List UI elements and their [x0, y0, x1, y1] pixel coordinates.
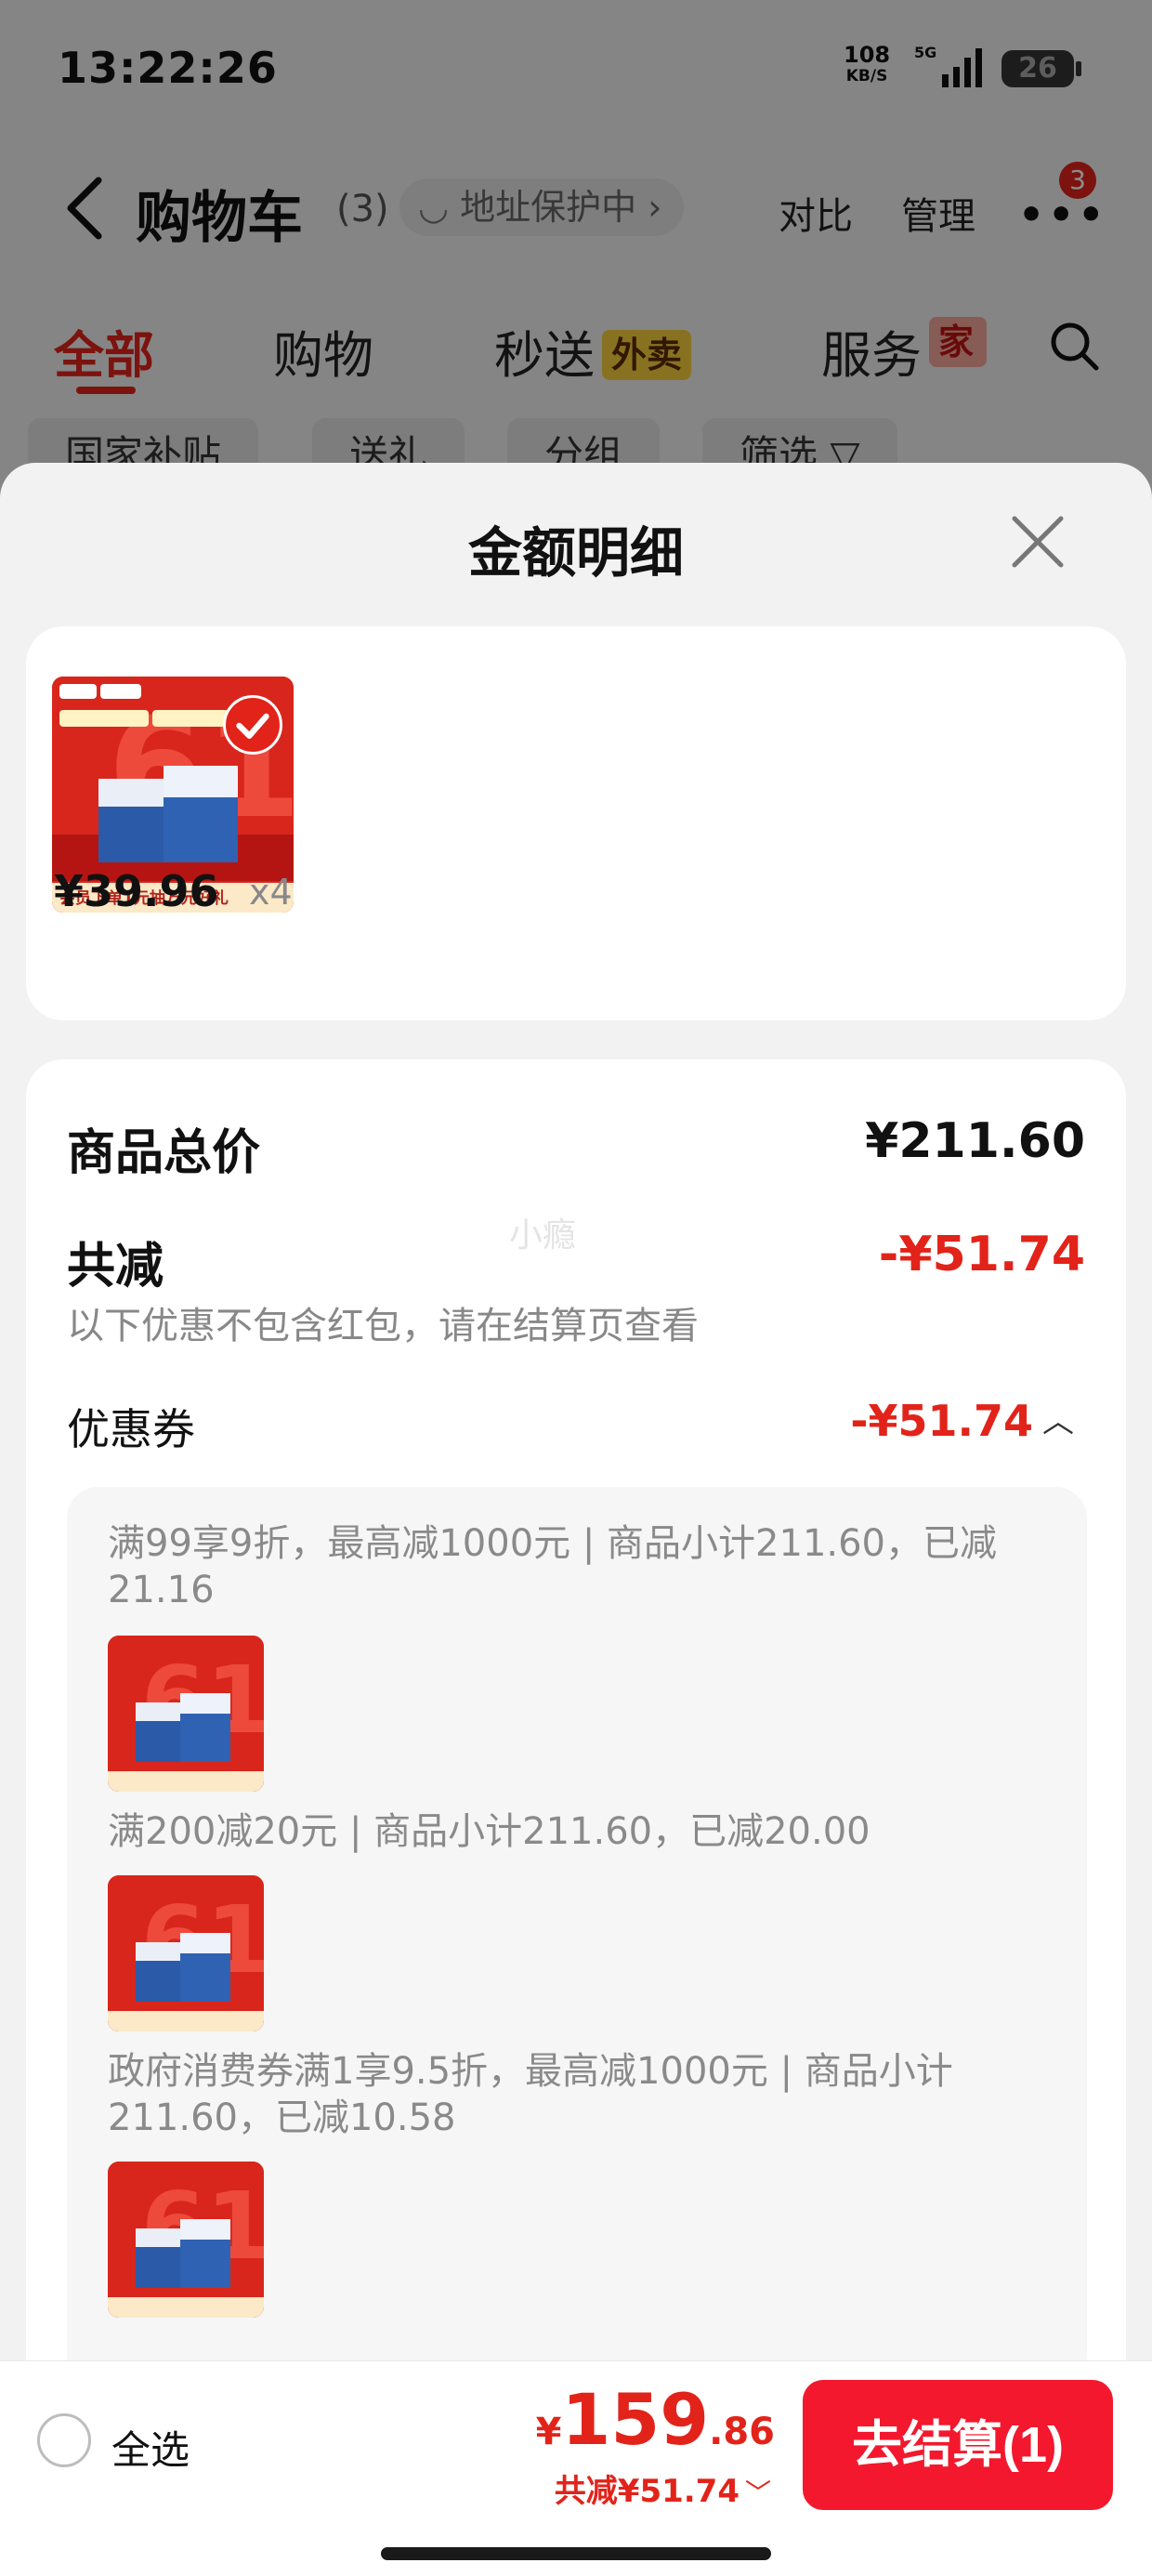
coupon-toggle[interactable]: -¥51.74 ︿	[850, 1396, 1074, 1446]
coupon-product-thumbnail: 618	[108, 2162, 264, 2318]
total-decimal: .86	[709, 2411, 775, 2453]
total-reduction-label: 共减	[67, 1239, 164, 1295]
checkout-button[interactable]: 去结算(1)	[803, 2380, 1113, 2510]
screen: 13:22:26 108 KB/S 5G 26 购物车 (3) ◡ 地址保护中 ›	[0, 0, 1152, 2576]
coupon-product-thumbnail: 618	[108, 1875, 264, 2031]
coupon-item-text: 满99享9折，最高减1000元 | 商品小计211.60，已减21.16	[108, 1522, 998, 1611]
currency-symbol: ¥	[535, 2411, 562, 2453]
select-all-label[interactable]: 全选	[111, 2419, 190, 2476]
price-breakdown-card: 商品总价 ¥211.60 共减 -¥51.74 小瘾 以下优惠不包含红包，请在结…	[26, 1059, 1126, 2576]
coupon-item-text: 满200减20元 | 商品小计211.60，已减20.00	[108, 1810, 871, 1853]
sheet-title: 金额明细	[467, 521, 684, 585]
coupon-product-thumbnail: 618	[108, 1636, 264, 1792]
selected-check-icon	[223, 695, 282, 755]
discount-summary-toggle[interactable]: 共减¥51.74 ﹀	[555, 2465, 771, 2511]
milk-product-image: 618	[108, 2162, 264, 2318]
discount-summary: 共减¥51.74	[554, 2473, 740, 2510]
coupon-label: 优惠券	[67, 1404, 195, 1454]
milk-product-image: 618	[108, 1636, 264, 1792]
home-indicator[interactable]	[381, 2547, 771, 2560]
total-integer: 159	[561, 2378, 710, 2461]
amount-detail-sheet: 金额明细 618 会员下单	[0, 463, 1152, 2576]
chevron-down-icon: ﹀	[744, 2477, 771, 2508]
chevron-up-icon: ︿	[1042, 1403, 1074, 1440]
product-unit-price: ¥39.96	[54, 866, 219, 916]
subtotal-value: ¥211.60	[865, 1113, 1085, 1169]
coupon-value: -¥51.74	[850, 1396, 1033, 1446]
watermark: 小瘾	[509, 1216, 577, 1255]
milk-product-image: 618	[108, 1875, 264, 2031]
subtotal-label: 商品总价	[67, 1125, 261, 1181]
coupon-item-text: 政府消费券满1享9.5折，最高减1000元 | 商品小计211.60，已减10.…	[108, 2050, 953, 2139]
product-card: 618 会员下单1元抽万元好礼 ¥39.96 x4	[26, 626, 1126, 1020]
checkout-bar: 全选 ¥159.86 共减¥51.74 ﹀ 去结算(1)	[0, 2360, 1152, 2576]
product-quantity: x4	[249, 872, 293, 913]
payable-total: ¥159.86	[536, 2378, 775, 2461]
select-all-checkbox[interactable]	[37, 2413, 91, 2467]
close-icon[interactable]	[1011, 515, 1065, 569]
reduction-note: 以下优惠不包含红包，请在结算页查看	[67, 1305, 699, 1347]
total-reduction-value: -¥51.74	[878, 1227, 1085, 1282]
